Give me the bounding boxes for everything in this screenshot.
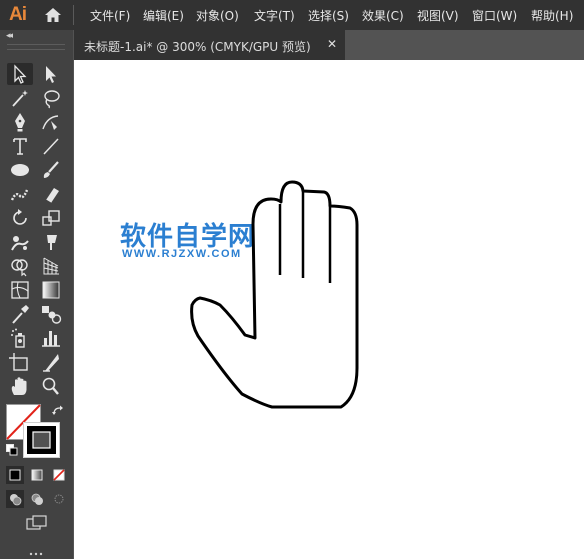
curvature-tool-icon[interactable] — [38, 111, 64, 133]
more-tools-icon[interactable] — [28, 552, 44, 556]
artboard-canvas[interactable]: 软件自学网 WWW.RJZXW.COM — [74, 60, 584, 559]
panel-grip[interactable] — [7, 44, 65, 50]
draw-inside-button[interactable] — [50, 490, 68, 508]
shaper-tool-icon[interactable] — [7, 183, 33, 205]
hand-tool-icon[interactable] — [7, 375, 33, 397]
menu-separator — [73, 5, 74, 25]
screen-mode-icon[interactable] — [26, 515, 48, 531]
document-tab-bar: 未标题-1.ai* @ 300% (CMYK/GPU 预览) ✕ — [74, 30, 584, 60]
rotate-tool-icon[interactable] — [7, 207, 33, 229]
menu-view[interactable]: 视图(V) — [417, 7, 459, 24]
none-mode-button[interactable] — [50, 466, 68, 484]
app-logo: Ai — [9, 4, 27, 25]
puppet-warp-tool-icon[interactable] — [7, 231, 33, 253]
free-transform-tool-icon[interactable] — [38, 231, 64, 253]
column-graph-tool-icon[interactable] — [38, 327, 64, 349]
menu-type[interactable]: 文字(T) — [254, 7, 295, 24]
lasso-tool-icon[interactable] — [38, 87, 64, 109]
draw-normal-button[interactable] — [6, 490, 24, 508]
collapse-panel-icon[interactable]: ◂◂ — [6, 31, 13, 41]
menu-select[interactable]: 选择(S) — [308, 7, 349, 24]
ellipse-tool-icon[interactable] — [7, 159, 33, 181]
pen-tool-icon[interactable] — [7, 111, 33, 133]
gradient-mode-button[interactable] — [28, 466, 46, 484]
document-tab-title: 未标题-1.ai* @ 300% (CMYK/GPU 预览) — [84, 40, 311, 54]
draw-behind-button[interactable] — [28, 490, 46, 508]
slice-tool-icon[interactable] — [38, 351, 64, 373]
default-colors-icon[interactable] — [6, 444, 18, 456]
type-tool-icon[interactable] — [7, 135, 33, 157]
menu-effect[interactable]: 效果(C) — [362, 7, 404, 24]
menu-bar: Ai 文件(F) 编辑(E) 对象(O) 文字(T) 选择(S) 效果(C) 视… — [0, 0, 584, 30]
color-mode-button[interactable] — [6, 466, 24, 484]
selection-tool-icon[interactable] — [7, 63, 33, 85]
home-icon[interactable] — [44, 7, 62, 23]
hand-artwork[interactable] — [186, 178, 366, 414]
stroke-swatch[interactable] — [23, 422, 60, 458]
perspective-grid-tool-icon[interactable] — [38, 255, 64, 277]
artboard-tool-icon[interactable] — [7, 351, 33, 373]
menu-object[interactable]: 对象(O) — [196, 7, 239, 24]
gradient-tool-icon[interactable] — [38, 279, 64, 301]
menu-edit[interactable]: 编辑(E) — [143, 7, 184, 24]
close-icon[interactable]: ✕ — [327, 37, 337, 51]
magic-wand-tool-icon[interactable] — [7, 87, 33, 109]
scale-tool-icon[interactable] — [38, 207, 64, 229]
shape-builder-tool-icon[interactable] — [7, 255, 33, 277]
menu-file[interactable]: 文件(F) — [90, 7, 130, 24]
line-segment-tool-icon[interactable] — [38, 135, 64, 157]
menu-window[interactable]: 窗口(W) — [472, 7, 517, 24]
document-tab[interactable]: 未标题-1.ai* @ 300% (CMYK/GPU 预览) ✕ — [74, 30, 345, 60]
mesh-tool-icon[interactable] — [7, 279, 33, 301]
swap-fill-stroke-icon[interactable] — [51, 404, 65, 418]
paintbrush-tool-icon[interactable] — [38, 159, 64, 181]
menu-help[interactable]: 帮助(H) — [531, 7, 573, 24]
eraser-tool-icon[interactable] — [38, 183, 64, 205]
eyedropper-tool-icon[interactable] — [7, 303, 33, 325]
direct-selection-tool-icon[interactable] — [38, 63, 64, 85]
zoom-tool-icon[interactable] — [38, 375, 64, 397]
symbol-sprayer-tool-icon[interactable] — [7, 327, 33, 349]
blend-tool-icon[interactable] — [38, 303, 64, 325]
